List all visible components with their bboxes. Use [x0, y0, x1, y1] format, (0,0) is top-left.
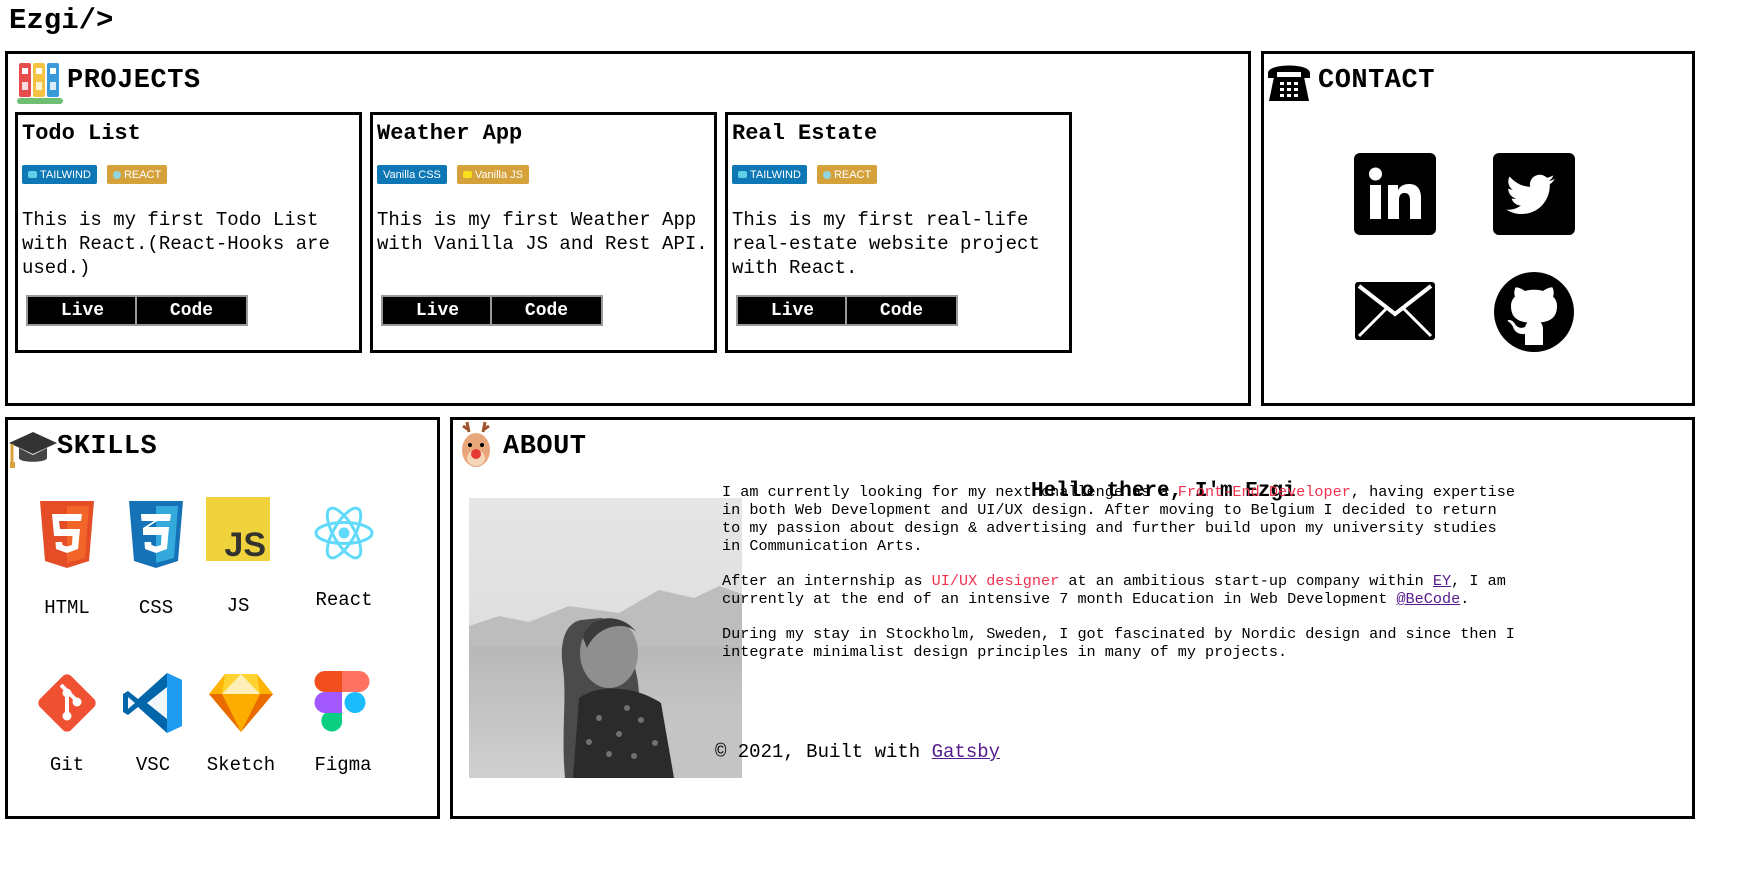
project-title: Todo List: [22, 121, 141, 146]
project-description: This is my first Weather App with Vanill…: [377, 209, 708, 255]
badge-vanilla-js: Vanilla JS: [456, 165, 529, 184]
skill-vsc: VSC: [108, 670, 198, 776]
text-segment: .: [1460, 590, 1470, 608]
footer-text: © 2021, Built with: [714, 741, 932, 763]
vscode-icon: [123, 673, 182, 733]
about-paragraph-1: I am currently looking for my next chall…: [722, 483, 1522, 555]
skill-html: HTML: [22, 500, 112, 619]
project-card-todo: Todo List TAILWIND REACT This is my firs…: [15, 112, 362, 353]
about-paragraph-3: During my stay in Stockholm, Sweden, I g…: [722, 625, 1515, 661]
svg-text:JS: JS: [224, 526, 266, 561]
gatsby-link[interactable]: Gatsby: [932, 741, 1000, 763]
telephone-icon: [1266, 59, 1312, 108]
javascript-icon: JS: [206, 497, 270, 561]
badge-tailwind: TAILWIND: [22, 165, 97, 184]
contact-section: CONTACT: [1261, 51, 1695, 406]
about-paragraph-2: After an internship as UI/UX designer at…: [722, 572, 1522, 608]
text-segment: at an ambitious start-up company within: [1059, 572, 1433, 590]
binders-icon: [17, 60, 63, 111]
highlight-front-end-developer: Front-End Developer: [1177, 483, 1351, 501]
skills-title: SKILLS: [57, 432, 158, 462]
github-icon: [1494, 272, 1574, 352]
tailwind-icon: [28, 171, 37, 178]
profile-photo: [469, 498, 742, 778]
badge-react: REACT: [816, 165, 878, 184]
skill-label: HTML: [44, 597, 90, 619]
mail-icon: [1355, 282, 1435, 340]
badge-react: REACT: [106, 165, 168, 184]
email-link[interactable]: [1354, 271, 1436, 353]
skill-figma: Figma: [298, 668, 388, 776]
badge-tailwind: TAILWIND: [732, 165, 807, 184]
live-button[interactable]: Live: [736, 295, 849, 326]
project-title: Real Estate: [732, 121, 878, 146]
badge-label: REACT: [833, 168, 872, 181]
project-description: This is my first Todo List with React.(R…: [22, 209, 330, 279]
graduation-cap-icon: [8, 430, 58, 473]
reindeer-icon: [459, 420, 493, 475]
live-button[interactable]: Live: [381, 295, 494, 326]
footer: © 2021, Built with Gatsby: [0, 741, 1715, 763]
site-logo[interactable]: Ezgi/>: [9, 4, 113, 37]
projects-section: PROJECTS Todo List TAILWIND REACT This i…: [5, 51, 1251, 406]
badge-label: TAILWIND: [40, 168, 91, 181]
project-title: Weather App: [377, 121, 523, 146]
code-button[interactable]: Code: [845, 295, 958, 326]
skill-label: React: [315, 589, 373, 611]
code-button[interactable]: Code: [135, 295, 248, 326]
project-card-weather: Weather App Vanilla CSS Vanilla JS This …: [370, 112, 717, 353]
badge-vanilla-css: Vanilla CSS: [377, 165, 447, 184]
linkedin-link[interactable]: [1354, 153, 1436, 235]
skill-css: CSS: [111, 500, 201, 619]
skill-react: React: [299, 505, 389, 611]
js-icon: [462, 171, 472, 178]
highlight-ui-ux-designer: UI/UX designer: [931, 572, 1060, 590]
skill-label: CSS: [138, 597, 174, 619]
css3-icon: [129, 501, 183, 568]
about-text: I am currently looking for my next chall…: [722, 483, 1522, 678]
skill-git: Git: [22, 670, 112, 776]
project-card-real-estate: Real Estate TAILWIND REACT This is my fi…: [725, 112, 1072, 353]
projects-title: PROJECTS: [67, 66, 201, 96]
linkedin-icon: [1354, 153, 1436, 235]
code-button[interactable]: Code: [490, 295, 603, 326]
about-title: ABOUT: [503, 432, 587, 462]
text-segment: I am currently looking for my next chall…: [722, 483, 1178, 501]
badge-label: Vanilla CSS: [383, 168, 441, 181]
project-description: This is my first real-life real-estate w…: [732, 209, 1040, 279]
skill-js: JS JS: [193, 497, 283, 617]
badge-label: TAILWIND: [750, 168, 801, 181]
figma-icon: [314, 671, 370, 732]
badge-label: REACT: [123, 168, 162, 181]
react-icon: [314, 506, 374, 560]
becode-link[interactable]: @BeCode: [1396, 590, 1460, 608]
sketch-icon: [209, 674, 273, 732]
badge-label: Vanilla JS: [474, 168, 523, 181]
skill-sketch: Sketch: [196, 672, 286, 776]
html5-icon: [40, 501, 94, 568]
ey-link[interactable]: EY: [1433, 572, 1451, 590]
twitter-icon: [1493, 153, 1575, 235]
contact-title: CONTACT: [1318, 66, 1435, 96]
twitter-link[interactable]: [1493, 153, 1575, 235]
text-segment: After an internship as: [722, 572, 932, 590]
tailwind-icon: [738, 171, 747, 178]
skill-label: JS: [226, 595, 250, 617]
live-button[interactable]: Live: [26, 295, 139, 326]
react-icon: [822, 170, 831, 179]
git-icon: [38, 674, 96, 732]
github-link[interactable]: [1493, 271, 1575, 353]
react-icon: [112, 170, 121, 179]
